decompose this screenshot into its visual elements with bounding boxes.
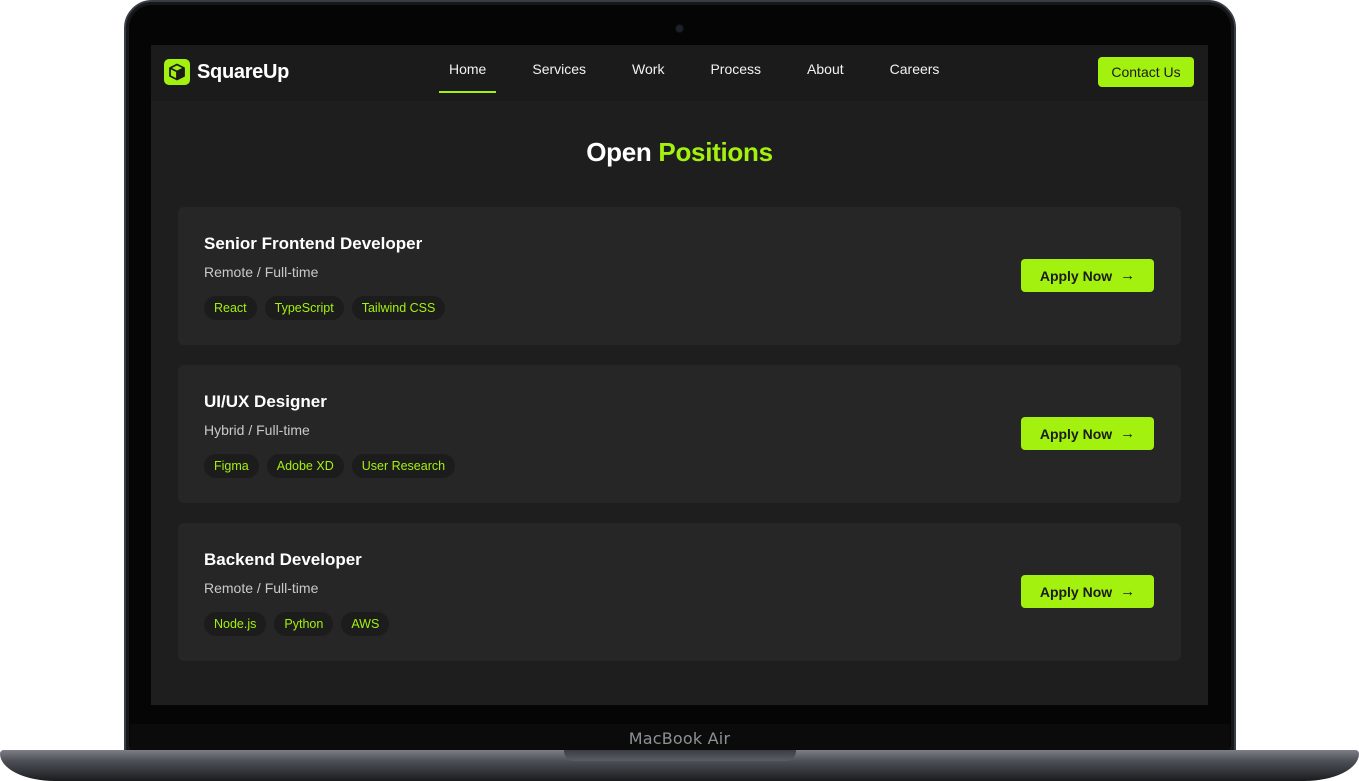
apply-now-button[interactable]: Apply Now → [1021,575,1154,608]
apply-now-button[interactable]: Apply Now → [1021,259,1154,292]
skill-tag: AWS [341,612,390,636]
skill-tag: TypeScript [264,296,344,320]
brand-logo[interactable]: SquareUp [164,59,289,85]
job-list: Senior Frontend Developer Remote / Full-… [178,207,1181,681]
nav-link-process[interactable]: Process [700,45,771,93]
skill-tag: Python [274,612,334,636]
apply-now-button[interactable]: Apply Now → [1021,417,1154,450]
top-navbar: SquareUp Home Services Work Process Abou… [151,45,1208,101]
apply-now-label: Apply Now [1039,267,1113,284]
apply-now-label: Apply Now [1039,583,1113,600]
job-tags: Figma Adobe XD User Research [204,454,463,478]
skill-tag: User Research [351,454,456,478]
skill-tag: Figma [204,454,259,478]
page-title-part1: Open [586,137,652,167]
camera-icon [676,25,683,32]
job-tags: Node.js Python AWS [204,612,397,636]
job-meta: Remote / Full-time [204,580,319,596]
arrow-right-icon: → [1120,583,1136,600]
job-title: Backend Developer [204,550,362,569]
nav-link-work[interactable]: Work [622,45,674,93]
nav-link-about[interactable]: About [797,45,854,93]
job-tags: React TypeScript Tailwind CSS [204,296,453,320]
cube-icon [164,59,190,85]
nav-link-services[interactable]: Services [522,45,596,93]
job-meta: Remote / Full-time [204,264,319,280]
job-title: UI/UX Designer [204,392,327,411]
brand-name: SquareUp [197,60,290,83]
arrow-right-icon: → [1120,425,1136,442]
page-title-part2: Positions [658,137,773,167]
skill-tag: React [204,296,257,320]
job-title: Senior Frontend Developer [204,234,423,253]
skill-tag: Tailwind CSS [351,296,446,320]
laptop-base-notch [564,750,796,761]
job-meta: Hybrid / Full-time [204,422,310,438]
app-screen: SquareUp Home Services Work Process Abou… [151,45,1208,705]
job-card: Backend Developer Remote / Full-time Nod… [178,523,1181,661]
job-card: UI/UX Designer Hybrid / Full-time Figma … [178,365,1181,503]
job-card: Senior Frontend Developer Remote / Full-… [178,207,1181,345]
nav-link-careers[interactable]: Careers [880,45,950,93]
arrow-right-icon: → [1120,267,1136,284]
skill-tag: Node.js [204,612,267,636]
laptop-mockup: SquareUp Home Services Work Process Abou… [0,0,1359,781]
skill-tag: Adobe XD [266,454,344,478]
contact-us-button[interactable]: Contact Us [1098,57,1194,87]
device-label: MacBook Air [628,729,731,748]
nav-links: Home Services Work Process About Careers [439,45,975,101]
apply-now-label: Apply Now [1039,425,1113,442]
page-title: Open Positions [151,137,1208,168]
nav-link-home[interactable]: Home [439,45,497,93]
